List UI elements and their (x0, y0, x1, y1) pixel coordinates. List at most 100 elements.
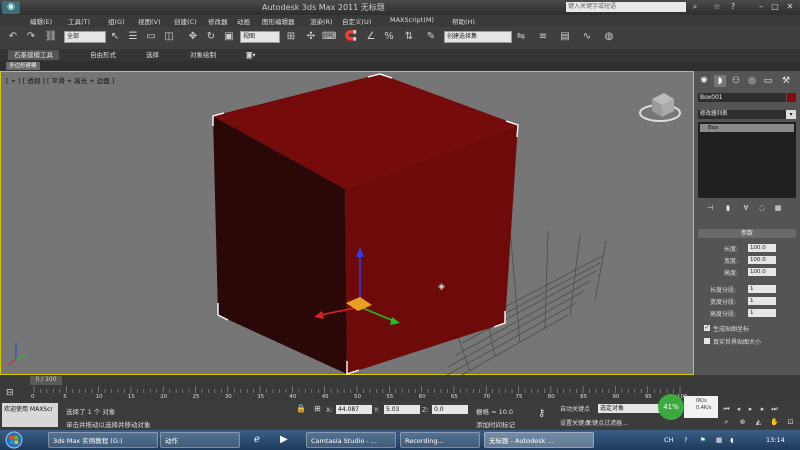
object-name-field[interactable]: Box001 (698, 93, 786, 102)
search-input[interactable]: 键入关键字或短语 (566, 2, 686, 12)
prev-frame-icon[interactable]: ◂ (734, 405, 743, 414)
make-unique-icon[interactable]: ∀ (740, 203, 752, 213)
rect-selection-icon[interactable]: ▭ (144, 30, 158, 44)
keyboard-shortcut-icon[interactable]: ⌨ (322, 30, 336, 44)
tray-network-icon[interactable]: ▦ (716, 436, 722, 444)
display-tab-icon[interactable]: ▭ (762, 75, 774, 87)
menu-modifiers[interactable]: 修改器 (208, 16, 228, 26)
zoom-all-icon[interactable]: ⊕ (738, 418, 747, 427)
parameters-rollout-header[interactable]: 参数 (698, 229, 796, 238)
maxscript-listener[interactable]: 欢迎使用 MAXScr (2, 403, 58, 427)
width-input[interactable]: 100.0 (748, 256, 776, 264)
show-end-result-icon[interactable]: ▮ (722, 203, 734, 213)
taskbar-item-action[interactable]: 动作 (160, 432, 240, 448)
move-icon[interactable]: ✥ (186, 30, 200, 44)
taskbar-item-recording[interactable]: Recording... (400, 432, 480, 448)
y-coord-input[interactable]: 5.03 (384, 405, 420, 414)
width-segs-input[interactable]: 1 (748, 297, 776, 305)
height-segs-input[interactable]: 1 (748, 309, 776, 317)
snap-icon[interactable]: 🧲 (344, 30, 358, 44)
manipulate-icon[interactable]: ✣ (304, 30, 318, 44)
reference-coord-select[interactable]: 视图 (240, 31, 280, 43)
close-button[interactable]: ✕ (785, 1, 795, 12)
tab-graphite-modeling[interactable]: 石墨建模工具 (8, 50, 59, 60)
z-coord-input[interactable]: 0.0 (432, 405, 468, 414)
redo-icon[interactable]: ↷ (24, 30, 38, 44)
tab-freeform[interactable]: 自由形式 (84, 50, 122, 60)
create-tab-icon[interactable]: ✺ (698, 75, 710, 87)
key-mode-select[interactable]: 选定对象 (598, 404, 660, 413)
gen-mapping-checkbox[interactable]: ✓ (704, 325, 710, 331)
select-by-name-icon[interactable]: ☰ (126, 30, 140, 44)
tray-volume-icon[interactable]: ◖ (730, 436, 733, 444)
select-object-icon[interactable]: ↖ (108, 30, 122, 44)
ribbon-options-icon[interactable]: ◙▾ (240, 50, 262, 60)
mirror-icon[interactable]: ⇋ (514, 30, 528, 44)
menu-edit[interactable]: 编辑(E) (30, 16, 52, 26)
minimize-button[interactable]: – (756, 1, 766, 12)
named-selection-select[interactable]: 创建选择集 (444, 31, 512, 43)
material-editor-icon[interactable]: ◍ (602, 30, 616, 44)
ie-icon[interactable]: ℯ (254, 434, 260, 445)
tab-selection[interactable]: 选择 (140, 50, 165, 60)
maximize-viewport-icon[interactable]: ⊡ (786, 418, 795, 427)
taskbar-item-camtasia[interactable]: Camtasia Studio - ... (306, 432, 396, 448)
star-icon[interactable]: ☆ (712, 1, 722, 12)
menu-customize[interactable]: 自定义(U) (342, 16, 371, 26)
menu-group[interactable]: 组(G) (108, 16, 125, 26)
add-time-tag[interactable]: 添加时间标记 (476, 419, 515, 429)
menu-animation[interactable]: 动画 (237, 16, 250, 26)
height-input[interactable]: 100.0 (748, 268, 776, 276)
angle-snap-icon[interactable]: ∠ (364, 30, 378, 44)
start-button[interactable] (2, 430, 46, 450)
pivot-icon[interactable]: ⊞ (284, 30, 298, 44)
object-color-swatch[interactable] (787, 93, 796, 102)
motion-tab-icon[interactable]: ◎ (746, 75, 758, 87)
scale-icon[interactable]: ▣ (222, 30, 236, 44)
utilities-tab-icon[interactable]: ⚒ (780, 75, 792, 87)
ribbon-panel-label[interactable]: 多边形建模 (6, 62, 40, 70)
menu-create[interactable]: 创建(C) (174, 16, 197, 26)
binoculars-icon[interactable]: ⌕ (690, 1, 700, 12)
input-language[interactable]: CH (664, 436, 673, 444)
key-icon[interactable]: ⚷ (538, 408, 545, 419)
curve-editor-icon[interactable]: ∿ (580, 30, 594, 44)
selection-filter-select[interactable]: 全部 (64, 31, 106, 43)
help-icon[interactable]: ? (728, 1, 738, 12)
play-icon[interactable]: ▸ (746, 405, 755, 414)
link-icon[interactable]: ⛓ (44, 30, 58, 44)
menu-help[interactable]: 帮助(H) (452, 16, 475, 26)
taskbar-item-3dsmax[interactable]: 无标题 - Autodesk ... (484, 432, 594, 448)
window-crossing-icon[interactable]: ◫ (162, 30, 176, 44)
clock[interactable]: 13:14 (766, 436, 785, 444)
absolute-mode-icon[interactable]: ⊞ (314, 404, 321, 413)
menu-maxscript[interactable]: MAXScript(M) (390, 16, 434, 24)
auto-key-button[interactable]: 自动关键点 (560, 404, 590, 413)
media-player-icon[interactable]: ▶ (280, 434, 288, 445)
undo-icon[interactable]: ↶ (6, 30, 20, 44)
tray-flag-icon[interactable]: ⚑ (700, 436, 706, 444)
menu-graph-editors[interactable]: 图形编辑器 (262, 16, 295, 26)
edit-named-sel-icon[interactable]: ✎ (424, 30, 438, 44)
modify-tab-icon[interactable]: ◗ (714, 75, 726, 87)
length-input[interactable]: 100.0 (748, 244, 776, 252)
menu-tools[interactable]: 工具(T) (68, 16, 90, 26)
pin-stack-icon[interactable]: ⊣ (704, 203, 716, 213)
taskbar-item-folder[interactable]: 3ds Max 实例教程 (G:) (48, 432, 158, 448)
menu-rendering[interactable]: 渲染(R) (310, 16, 333, 26)
lock-icon[interactable]: 🔒 (296, 404, 306, 413)
key-filters-button[interactable]: 关键点过滤器... (586, 418, 628, 427)
next-frame-icon[interactable]: ▸ (758, 405, 767, 414)
rotate-icon[interactable]: ↻ (204, 30, 218, 44)
align-icon[interactable]: ≡ (536, 30, 550, 44)
menu-views[interactable]: 视图(V) (138, 16, 161, 26)
layer-icon[interactable]: ▤ (558, 30, 572, 44)
remove-modifier-icon[interactable]: ◌ (756, 203, 768, 213)
chevron-down-icon[interactable]: ▾ (786, 110, 796, 119)
pan-icon[interactable]: ✋ (770, 418, 779, 427)
tab-object-paint[interactable]: 对象绘制 (184, 50, 222, 60)
hierarchy-tab-icon[interactable]: ⚇ (730, 75, 742, 87)
length-segs-input[interactable]: 1 (748, 285, 776, 293)
modifier-list-dropdown[interactable]: 修改器列表 (698, 110, 788, 119)
maximize-button[interactable]: □ (770, 1, 780, 12)
